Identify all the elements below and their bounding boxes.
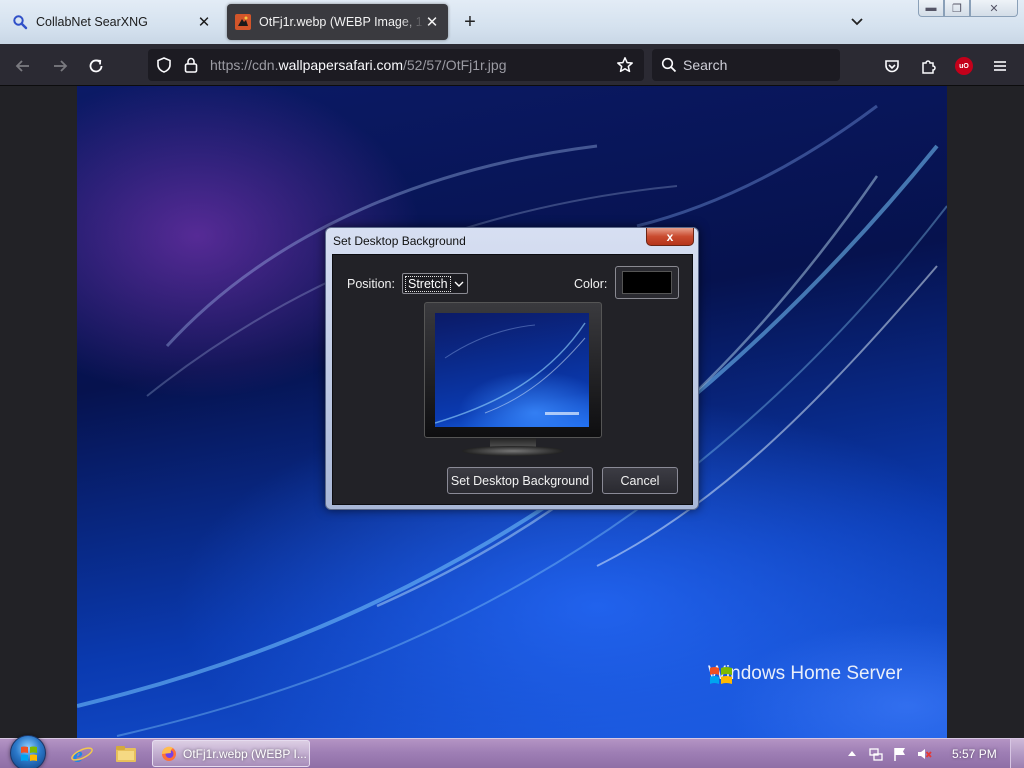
monitor-preview [424, 302, 602, 458]
ublock-shield-icon: uO [955, 57, 973, 75]
dialog-title: Set Desktop Background [333, 234, 466, 248]
search-placeholder: Search [683, 57, 728, 73]
task-title: OtFj1r.webp (WEBP I... [183, 746, 307, 761]
lock-icon[interactable] [183, 56, 199, 77]
reload-button[interactable] [82, 52, 110, 80]
color-label: Color: [574, 277, 608, 291]
start-button[interactable] [10, 735, 46, 768]
windows-logo-icon [21, 746, 37, 761]
position-value: Stretch [405, 276, 451, 292]
new-tab-button[interactable]: + [458, 10, 482, 34]
system-clock[interactable]: 5:57 PM [952, 747, 997, 761]
pocket-button[interactable] [878, 52, 906, 80]
taskbar-firefox-window[interactable]: OtFj1r.webp (WEBP I... [152, 740, 310, 767]
hamburger-menu-icon [994, 61, 1006, 71]
show-desktop-button[interactable] [1010, 739, 1024, 768]
window-controls: ▬ ❐ ✕ [918, 0, 1020, 18]
tab-title: OtFj1r.webp (WEBP Image, 1024 × 768 pixe… [259, 15, 424, 29]
action-center-flag-icon[interactable] [892, 746, 908, 762]
pocket-icon [885, 60, 899, 73]
color-swatch [622, 271, 672, 294]
bookmark-star-icon[interactable] [616, 56, 634, 77]
chevron-down-icon [851, 18, 863, 26]
search-input[interactable]: Search [652, 49, 840, 81]
internet-explorer-icon[interactable]: e [70, 742, 94, 767]
window-close-button[interactable]: ✕ [970, 0, 1018, 17]
image-favicon-icon [235, 14, 251, 30]
taskbar: e OtFj1r.webp (WEBP I... 5:57 PM [0, 735, 1024, 768]
brand-text: Windows Home Server [708, 663, 903, 684]
navigation-toolbar: https://cdn.wallpapersafari.com/52/57/Ot… [0, 44, 1024, 86]
firefox-icon [161, 746, 176, 761]
url-domain: wallpapersafari.com [278, 57, 403, 73]
back-button[interactable] [9, 52, 37, 80]
restore-icon: ❐ [952, 2, 962, 15]
windows-flag-icon [710, 667, 732, 684]
forward-button[interactable] [46, 52, 74, 80]
puzzle-icon [922, 60, 936, 74]
set-desktop-background-button[interactable]: Set Desktop Background [447, 467, 593, 494]
preview-streaks [435, 322, 586, 424]
tab-searxng[interactable]: CollabNet SearXNG ✕ [4, 4, 220, 40]
tab-title: CollabNet SearXNG [36, 15, 148, 29]
tab-image[interactable]: OtFj1r.webp (WEBP Image, 1024 × 768 pixe… [227, 4, 448, 40]
position-select[interactable]: Stretch [402, 273, 468, 294]
preview-screen [435, 313, 589, 427]
close-icon: ✕ [989, 2, 999, 15]
show-hidden-icons-arrow-icon[interactable] [844, 746, 860, 762]
position-label: Position: [347, 277, 395, 291]
url-bar[interactable]: https://cdn.wallpapersafari.com/52/57/Ot… [148, 49, 644, 81]
extensions-button[interactable] [914, 52, 942, 80]
monitor-bezel [424, 302, 602, 438]
close-tab-icon[interactable]: ✕ [196, 14, 212, 31]
minimize-icon: ▬ [925, 2, 937, 14]
restore-button[interactable]: ❐ [944, 0, 970, 17]
list-all-tabs-button[interactable] [846, 12, 868, 32]
dialog-close-button[interactable]: x [646, 228, 694, 246]
volume-muted-icon[interactable] [916, 746, 932, 762]
search-icon [661, 57, 677, 76]
minimize-button[interactable]: ▬ [918, 0, 944, 17]
tracking-shield-icon[interactable] [155, 56, 173, 77]
search-icon [12, 14, 28, 30]
color-picker-button[interactable] [615, 266, 679, 299]
url-text[interactable]: https://cdn.wallpapersafari.com/52/57/Ot… [210, 57, 507, 73]
set-desktop-background-dialog: Set Desktop Background x Position: Stret… [325, 227, 699, 510]
chevron-down-icon [454, 281, 464, 287]
plus-icon: + [464, 10, 476, 33]
url-path: /52/57/OtFj1r.jpg [402, 57, 507, 73]
monitor-base [462, 446, 564, 456]
dialog-body: Position: Stretch Color: Set Desktop Bac… [332, 254, 693, 505]
reload-icon [89, 59, 103, 73]
ublock-button[interactable]: uO [950, 52, 978, 80]
close-icon: x [666, 229, 674, 244]
cancel-button[interactable]: Cancel [602, 467, 678, 494]
url-prefix: https://cdn. [210, 57, 279, 73]
tab-strip: CollabNet SearXNG ✕ OtFj1r.webp (WEBP Im… [0, 0, 1024, 44]
arrow-right-icon [54, 60, 68, 72]
arrow-left-icon [15, 60, 29, 72]
menu-button[interactable] [986, 52, 1014, 80]
close-tab-icon[interactable]: ✕ [424, 14, 440, 31]
windows-home-server-logo: Windows Home Server [708, 663, 902, 685]
file-explorer-icon[interactable] [114, 742, 138, 766]
network-icon[interactable] [868, 746, 884, 762]
